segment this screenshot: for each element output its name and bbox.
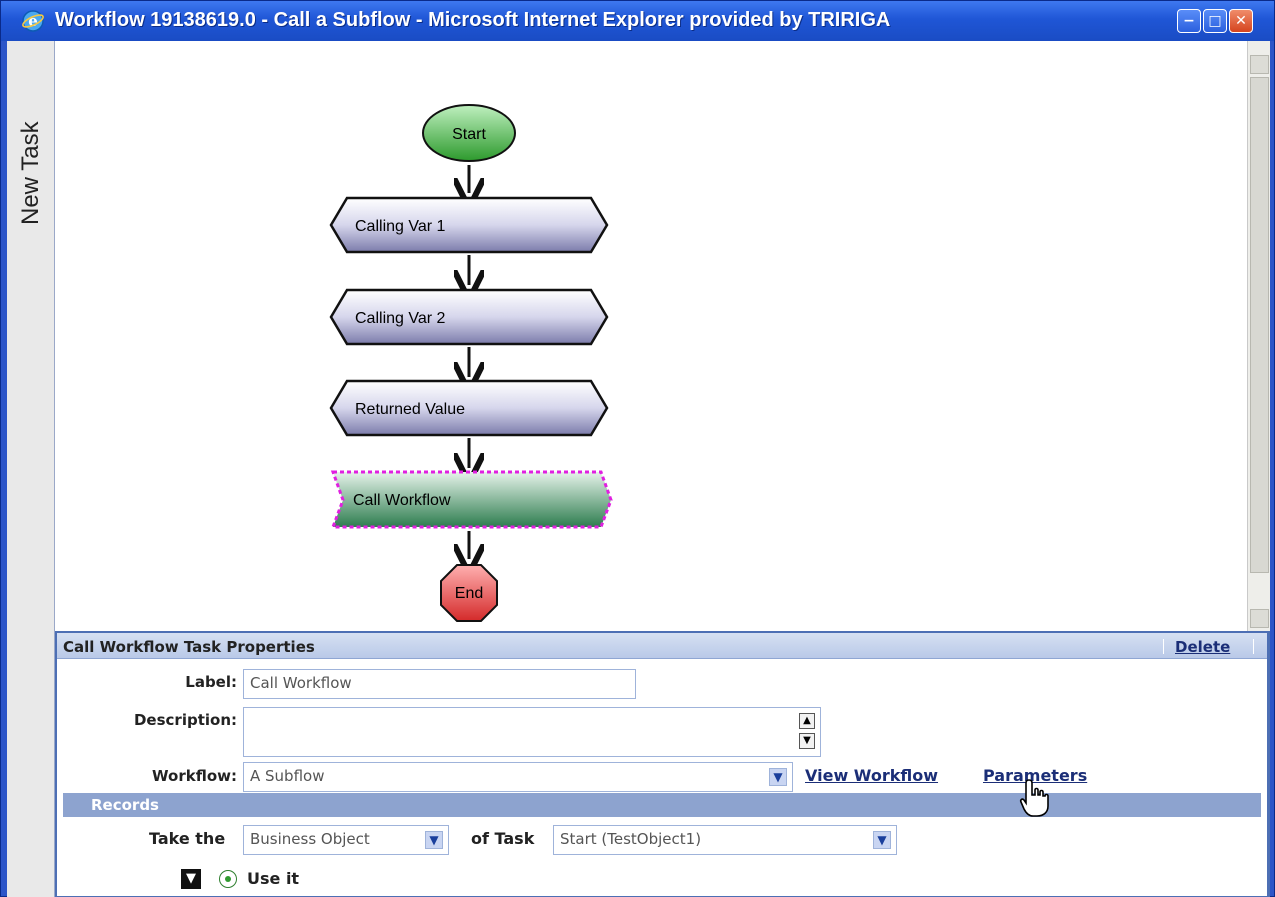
window-title: Workflow 19138619.0 - Call a Subflow - M…: [55, 9, 891, 31]
task-node-label: Returned Value: [355, 401, 465, 418]
scroll-down-button[interactable]: [1250, 609, 1269, 628]
scroll-thumb[interactable]: [1250, 77, 1269, 573]
chevron-down-icon[interactable]: ▼: [769, 768, 787, 786]
expand-down-icon[interactable]: ▼: [181, 869, 201, 889]
hand-pointer-icon: [1019, 779, 1049, 817]
properties-title: Call Workflow Task Properties: [63, 638, 315, 656]
title-bar[interactable]: e Workflow 19138619.0 - Call a Subflow -…: [1, 1, 1274, 41]
workflow-field-label: Workflow:: [152, 767, 237, 785]
close-button[interactable]: ✕: [1229, 9, 1253, 33]
maximize-button[interactable]: □: [1203, 9, 1227, 33]
start-node-label: Start: [452, 126, 486, 143]
delete-link[interactable]: Delete: [1175, 638, 1230, 656]
browser-window: e Workflow 19138619.0 - Call a Subflow -…: [0, 0, 1275, 897]
label-field-label: Label:: [185, 673, 237, 691]
task-node-calling-var-1[interactable]: Calling Var 1: [329, 196, 609, 254]
workflow-diagram: Start Calling Var 1 Calling Var 2 Return…: [329, 104, 613, 622]
minimize-icon: −: [1183, 13, 1195, 29]
end-node[interactable]: End: [440, 564, 498, 622]
label-input[interactable]: Call Workflow: [243, 669, 636, 699]
chevron-down-icon[interactable]: ▼: [873, 831, 891, 849]
properties-header: Call Workflow Task Properties Delete: [57, 633, 1267, 659]
scroll-up-button[interactable]: [1250, 55, 1269, 74]
task-node-returned-value[interactable]: Returned Value: [329, 379, 609, 437]
header-divider: [1163, 639, 1164, 654]
use-it-radio[interactable]: [219, 870, 237, 888]
task-node-call-workflow[interactable]: Call Workflow: [330, 470, 613, 529]
new-task-label: New Task: [17, 121, 44, 225]
window-content: New Task Start Calling Var 1 Calling Var…: [7, 41, 1270, 897]
description-field-label: Description:: [133, 711, 237, 729]
maximize-icon: □: [1208, 13, 1222, 29]
workflow-canvas[interactable]: Start Calling Var 1 Calling Var 2 Return…: [55, 41, 1247, 631]
header-divider: [1253, 639, 1254, 654]
task-node-label: Calling Var 2: [355, 310, 446, 327]
use-it-label: Use it: [247, 869, 300, 888]
vertical-scrollbar[interactable]: [1247, 41, 1270, 631]
task-node-label: Call Workflow: [353, 492, 451, 509]
chevron-down-icon[interactable]: ▼: [425, 831, 443, 849]
task-node-calling-var-2[interactable]: Calling Var 2: [329, 288, 609, 346]
minimize-button[interactable]: −: [1177, 9, 1201, 33]
close-icon: ✕: [1235, 13, 1247, 29]
records-title: Records: [91, 796, 159, 814]
records-section-header: Records: [63, 793, 1261, 817]
task-node-label: Calling Var 1: [355, 218, 446, 235]
task-select[interactable]: Start (TestObject1): [553, 825, 897, 855]
new-task-tab[interactable]: New Task: [7, 41, 55, 897]
task-properties-panel: Call Workflow Task Properties Delete Lab…: [55, 631, 1270, 897]
description-scroll-up-icon[interactable]: ▲: [799, 713, 815, 729]
description-scroll-down-icon[interactable]: ▼: [799, 733, 815, 749]
start-node[interactable]: Start: [422, 104, 516, 162]
end-node-label: End: [455, 585, 483, 602]
of-task-label: of Task: [471, 829, 535, 848]
record-type-select[interactable]: Business Object: [243, 825, 449, 855]
description-input[interactable]: [243, 707, 821, 757]
view-workflow-link[interactable]: View Workflow: [805, 766, 938, 785]
workflow-select[interactable]: A Subflow: [243, 762, 793, 792]
take-the-label: Take the: [149, 829, 226, 848]
